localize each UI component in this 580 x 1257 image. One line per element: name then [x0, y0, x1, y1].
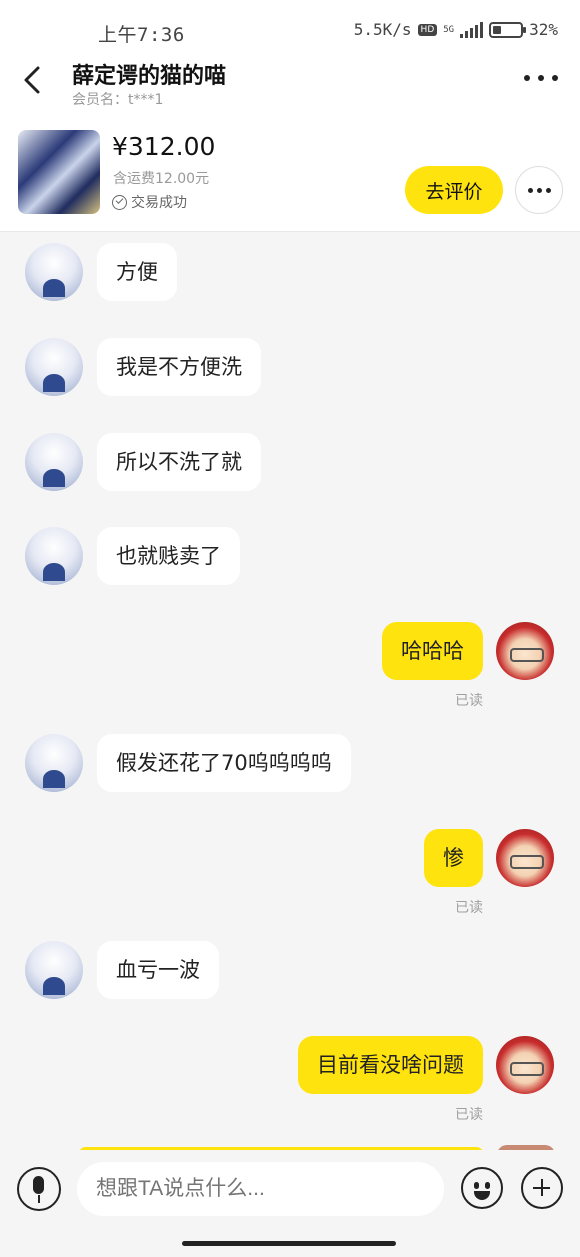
- chat-header: 薛定谔的猫的喵 会员名：t***1: [0, 52, 580, 118]
- status-time: 上午7:36: [98, 24, 185, 46]
- product-price: ¥312.00: [112, 132, 216, 161]
- status-indicators: 5.5K/s HD 5G 32%: [354, 20, 558, 39]
- message-list[interactable]: 方便 我是不方便洗 所以不洗了就 也就贱卖了 哈哈哈 已读 假发还花了70呜呜呜…: [0, 233, 580, 1150]
- chevron-left-icon: [24, 66, 40, 94]
- read-receipt: 已读: [455, 693, 483, 709]
- more-horizontal-icon: [527, 187, 533, 193]
- message-input[interactable]: [77, 1162, 444, 1216]
- message-bubble-outgoing[interactable]: 惨: [424, 829, 483, 887]
- plus-icon[interactable]: [521, 1167, 563, 1209]
- seller-avatar[interactable]: [25, 941, 83, 999]
- home-indicator[interactable]: [182, 1241, 396, 1246]
- message-bubble-incoming[interactable]: 假发还花了70呜呜呜呜: [97, 734, 351, 792]
- emoji-icon[interactable]: [461, 1167, 503, 1209]
- transaction-status: 交易成功: [112, 192, 187, 212]
- seller-avatar[interactable]: [25, 338, 83, 396]
- transaction-status-text: 交易成功: [131, 195, 187, 211]
- input-bar: [0, 1150, 580, 1257]
- my-avatar[interactable]: [496, 622, 554, 680]
- back-button[interactable]: [18, 60, 52, 100]
- message-bubble-incoming[interactable]: 所以不洗了就: [97, 433, 261, 491]
- check-circle-icon: [112, 194, 127, 210]
- message-bubble-outgoing[interactable]: 目前看没啥问题: [298, 1036, 483, 1094]
- hd-badge: HD: [417, 23, 438, 36]
- review-button[interactable]: 去评价: [405, 166, 503, 214]
- my-avatar[interactable]: [496, 1036, 554, 1094]
- read-receipt: 已读: [455, 900, 483, 916]
- product-more-button[interactable]: [515, 166, 563, 214]
- battery-icon: [489, 21, 527, 38]
- read-receipt: 已读: [455, 1107, 483, 1123]
- seller-avatar[interactable]: [25, 433, 83, 491]
- battery-fill: [493, 25, 502, 34]
- my-avatar[interactable]: [496, 829, 554, 887]
- seller-avatar[interactable]: [25, 243, 83, 301]
- more-button[interactable]: [524, 66, 558, 90]
- status-bar: 上午7:36 5.5K/s HD 5G 32%: [0, 0, 580, 52]
- message-bubble-incoming[interactable]: 我是不方便洗: [97, 338, 261, 396]
- message-bubble-incoming[interactable]: 血亏一波: [97, 941, 219, 999]
- signal-icon: [460, 21, 484, 38]
- product-thumbnail[interactable]: [18, 130, 100, 214]
- chat-title: 薛定谔的猫的喵: [72, 64, 227, 89]
- product-card[interactable]: ¥312.00 含运费12.00元 交易成功 去评价: [0, 118, 580, 232]
- message-bubble-outgoing[interactable]: 哈哈哈: [382, 622, 483, 680]
- message-bubble-incoming[interactable]: 也就贱卖了: [97, 527, 240, 585]
- member-label: 会员名：t***1: [72, 92, 164, 108]
- network-type: 5G: [443, 24, 455, 35]
- network-speed: 5.5K/s: [353, 20, 412, 39]
- seller-avatar[interactable]: [25, 527, 83, 585]
- more-horizontal-icon: [524, 75, 530, 81]
- message-bubble-incoming[interactable]: 方便: [97, 243, 177, 301]
- seller-avatar[interactable]: [25, 734, 83, 792]
- battery-percent: 32%: [529, 20, 558, 39]
- product-shipping: 含运费12.00元: [113, 171, 210, 187]
- microphone-icon[interactable]: [17, 1167, 61, 1211]
